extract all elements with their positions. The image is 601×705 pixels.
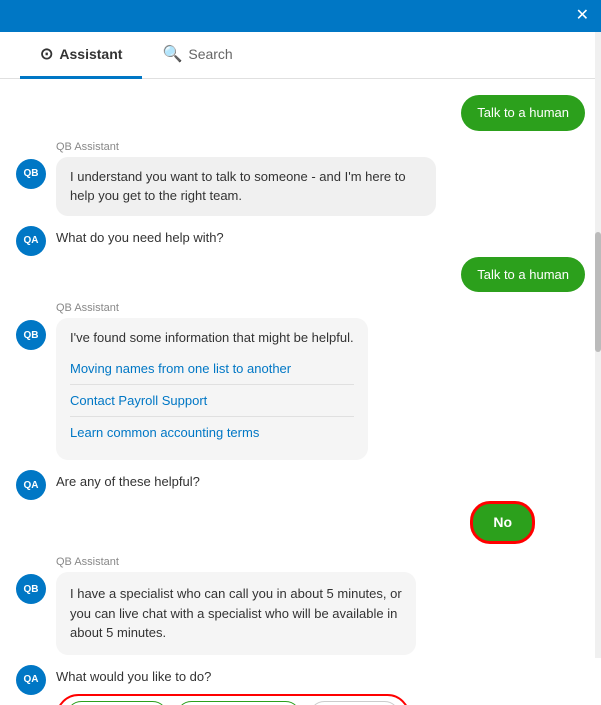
scrollbar-thumb[interactable] (595, 232, 601, 352)
tab-assistant[interactable]: ⊙ Assistant (20, 32, 142, 79)
have-us-call-button[interactable]: Have us call you (176, 701, 301, 705)
link-moving-names[interactable]: Moving names from one list to another (70, 353, 354, 385)
tab-search-label: Search (188, 46, 232, 62)
sender-label-1: QB Assistant (56, 141, 119, 153)
msg-row-bot-specialist: QB QB Assistant I have a specialist who … (16, 556, 585, 655)
tabs-row: ⊙ Assistant 🔍 Search (0, 32, 601, 79)
assistant-icon: ⊙ (40, 44, 53, 64)
bubble-bot-understand: I understand you want to talk to someone… (56, 157, 436, 216)
sender-label-3: QB Assistant (56, 556, 119, 568)
qa-avatar-1: QA (16, 226, 46, 256)
msg-row-user-1: Talk to a human (16, 95, 585, 131)
question-text-2: Are any of these helpful? (56, 470, 200, 489)
chat-body: Talk to a human QB QB Assistant I unders… (0, 79, 601, 705)
bubble-user-2: Talk to a human (461, 257, 585, 293)
tab-assistant-label: Assistant (59, 46, 122, 62)
qa-avatar-2: QA (16, 470, 46, 500)
bubble-bot-specialist: I have a specialist who can call you in … (56, 572, 416, 655)
search-icon: 🔍 (162, 44, 182, 64)
question-row-3: QA What would you like to do? (16, 665, 585, 684)
bot-avatar-2: QB (16, 320, 46, 350)
question-text-1: What do you need help with? (56, 226, 224, 245)
msg-row-bot-understand: QB QB Assistant I understand you want to… (16, 141, 585, 216)
tab-search[interactable]: 🔍 Search (142, 32, 252, 79)
info-bubble: I've found some information that might b… (56, 318, 368, 460)
question-text-3: What would you like to do? (56, 665, 211, 684)
qa-avatar-3: QA (16, 665, 46, 695)
bot-avatar-1: QB (16, 159, 46, 189)
bubble-no[interactable]: No (470, 501, 535, 544)
options-area: Chat with us Have us call you A... munit… (16, 694, 585, 705)
msg-row-user-2: Talk to a human (16, 257, 585, 293)
link-payroll-support[interactable]: Contact Payroll Support (70, 385, 354, 417)
msg-row-bot-links: QB QB Assistant I've found some informat… (16, 302, 585, 460)
question-row-2: QA Are any of these helpful? (16, 470, 585, 489)
bubble-user-1: Talk to a human (461, 95, 585, 131)
bot-avatar-3: QB (16, 574, 46, 604)
community-button[interactable]: A... munity (309, 701, 400, 705)
no-row: No ← (16, 501, 585, 544)
top-bar: ✕ (0, 0, 601, 32)
options-row: Chat with us Have us call you A... munit… (56, 694, 410, 705)
chat-with-us-button[interactable]: Chat with us (66, 701, 168, 705)
question-row-1: QA What do you need help with? (16, 226, 585, 245)
info-intro: I've found some information that might b… (70, 330, 354, 345)
scrollbar-track (595, 32, 601, 658)
link-accounting-terms[interactable]: Learn common accounting terms (70, 417, 354, 448)
close-button[interactable]: ✕ (576, 8, 589, 24)
sender-label-2: QB Assistant (56, 302, 119, 314)
